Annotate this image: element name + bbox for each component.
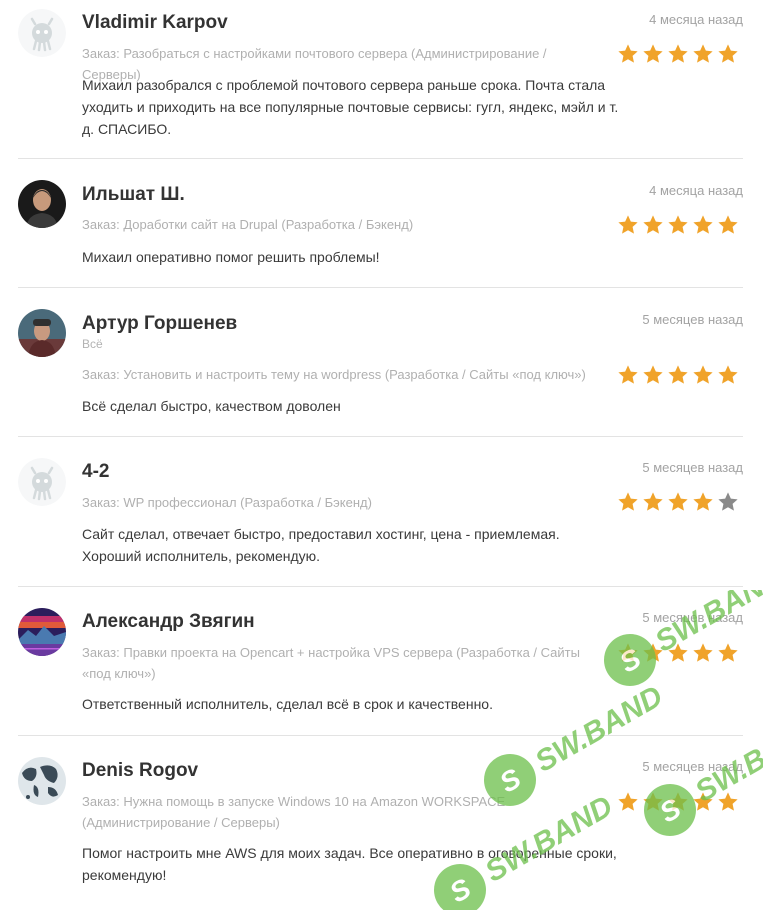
user-avatar[interactable] — [18, 309, 66, 357]
star-filled-icon — [718, 643, 738, 662]
star-filled-icon — [718, 365, 738, 384]
order-link[interactable]: WP профессионал (Разработка / Бэкенд) — [123, 495, 372, 510]
star-filled-icon — [643, 643, 663, 662]
order-info: Заказ: Нужна помощь в запуске Windows 10… — [82, 791, 592, 833]
star-filled-icon — [618, 44, 638, 63]
star-filled-icon — [693, 792, 713, 811]
review-item: 4-2 5 месяцев назад Заказ: WP профессион… — [18, 437, 743, 587]
rating-stars — [617, 43, 739, 65]
order-label: Заказ: — [82, 645, 120, 660]
rating-stars — [617, 491, 739, 513]
star-filled-icon — [693, 492, 713, 511]
star-filled-icon — [618, 492, 638, 511]
order-label: Заказ: — [82, 794, 120, 809]
review-date: 5 месяцев назад — [642, 312, 743, 327]
star-filled-icon — [718, 215, 738, 234]
reviewer-subtitle: Всё — [82, 337, 103, 351]
robot-avatar-icon[interactable] — [18, 9, 66, 57]
review-date: 5 месяцев назад — [642, 759, 743, 774]
star-filled-icon — [718, 44, 738, 63]
star-filled-icon — [643, 215, 663, 234]
star-empty-icon — [718, 492, 738, 511]
order-label: Заказ: — [82, 495, 120, 510]
star-filled-icon — [693, 44, 713, 63]
order-link[interactable]: Установить и настроить тему на wordpress… — [123, 367, 586, 382]
star-filled-icon — [643, 44, 663, 63]
star-filled-icon — [693, 643, 713, 662]
order-info: Заказ: Доработки сайт на Drupal (Разрабо… — [82, 214, 592, 235]
review-text: Сайт сделал, отвечает быстро, предостави… — [82, 526, 560, 564]
star-filled-icon — [693, 215, 713, 234]
reviewer-name[interactable]: Denis Rogov — [82, 760, 198, 782]
star-filled-icon — [668, 643, 688, 662]
review-item: Vladimir Karpov 4 месяца назад Заказ: Ра… — [18, 0, 743, 159]
star-filled-icon — [668, 492, 688, 511]
star-filled-icon — [618, 643, 638, 662]
star-filled-icon — [668, 365, 688, 384]
star-filled-icon — [668, 792, 688, 811]
rating-stars — [617, 214, 739, 236]
star-filled-icon — [618, 365, 638, 384]
star-filled-icon — [643, 492, 663, 511]
review-text: Михаил разобрался с проблемой почтового … — [82, 77, 619, 137]
order-label: Заказ: — [82, 367, 120, 382]
reviewer-name[interactable]: Александр Звягин — [82, 611, 255, 633]
review-date: 5 месяцев назад — [642, 610, 743, 625]
review-item: Denis Rogov 5 месяцев назад Заказ: Нужна… — [18, 736, 743, 906]
order-label: Заказ: — [82, 217, 120, 232]
reviewer-name[interactable]: Vladimir Karpov — [82, 12, 228, 34]
star-filled-icon — [618, 792, 638, 811]
star-filled-icon — [643, 365, 663, 384]
star-filled-icon — [693, 365, 713, 384]
review-date: 4 месяца назад — [649, 12, 743, 27]
review-text: Помог настроить мне AWS для моих задач. … — [82, 845, 617, 883]
order-info: Заказ: Установить и настроить тему на wo… — [82, 364, 592, 385]
order-info: Заказ: WP профессионал (Разработка / Бэк… — [82, 492, 592, 513]
star-filled-icon — [668, 44, 688, 63]
order-link[interactable]: Доработки сайт на Drupal (Разработка / Б… — [123, 217, 413, 232]
star-filled-icon — [643, 792, 663, 811]
star-filled-icon — [718, 792, 738, 811]
reviewer-name[interactable]: Артур Горшенев — [82, 313, 237, 335]
review-text: Ответственный исполнитель, сделал всё в … — [82, 696, 493, 712]
review-text: Михаил оперативно помог решить проблемы! — [82, 249, 380, 265]
star-filled-icon — [618, 215, 638, 234]
review-item: Артур Горшенев 5 месяцев назад Всё Заказ… — [18, 288, 743, 437]
review-item: Ильшат Ш. 4 месяца назад Заказ: Доработк… — [18, 159, 743, 288]
order-label: Заказ: — [82, 46, 120, 61]
review-date: 5 месяцев назад — [642, 460, 743, 475]
rating-stars — [617, 791, 739, 813]
review-item: Александр Звягин 5 месяцев назад Заказ: … — [18, 587, 743, 736]
reviewer-name[interactable]: 4-2 — [82, 461, 109, 483]
star-filled-icon — [668, 215, 688, 234]
robot-avatar-icon[interactable] — [18, 458, 66, 506]
user-avatar[interactable] — [18, 757, 66, 805]
order-info: Заказ: Правки проекта на Opencart + наст… — [82, 642, 592, 684]
review-text: Всё сделал быстро, качеством доволен — [82, 398, 341, 414]
reviews-list: Vladimir Karpov 4 месяца назад Заказ: Ра… — [0, 0, 763, 906]
reviewer-name[interactable]: Ильшат Ш. — [82, 184, 185, 206]
rating-stars — [617, 364, 739, 386]
review-date: 4 месяца назад — [649, 183, 743, 198]
user-avatar[interactable] — [18, 180, 66, 228]
order-link[interactable]: Правки проекта на Opencart + настройка V… — [82, 645, 580, 681]
user-avatar[interactable] — [18, 608, 66, 656]
rating-stars — [617, 642, 739, 664]
order-link[interactable]: Нужна помощь в запуске Windows 10 на Ama… — [82, 794, 505, 830]
